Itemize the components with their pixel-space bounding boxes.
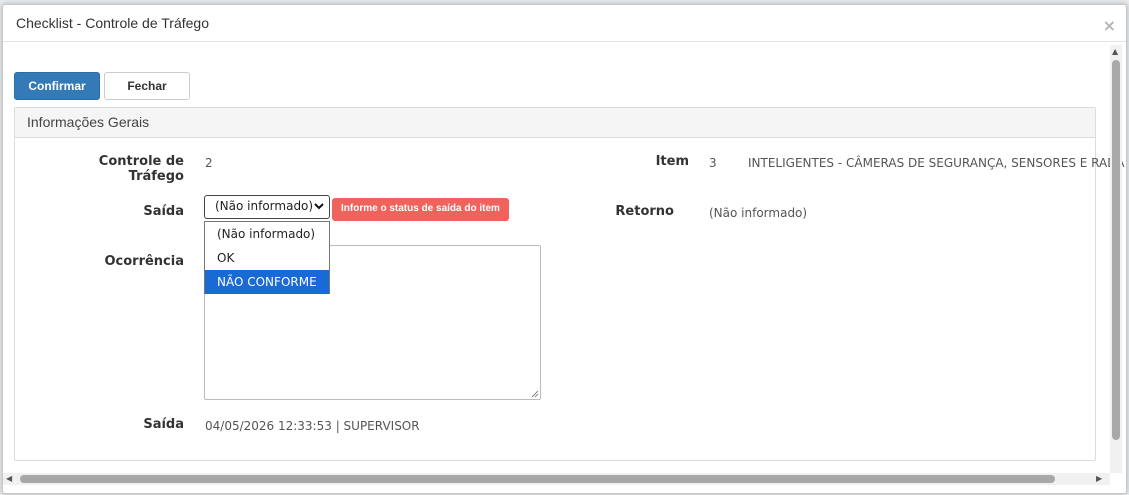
- confirm-button[interactable]: Confirmar: [14, 72, 100, 100]
- item-label: Item: [655, 154, 689, 169]
- option-nao-conforme[interactable]: NÃO CONFORME: [205, 270, 329, 294]
- modal-header: Checklist - Controle de Tráfego ×: [3, 5, 1126, 42]
- saida-info-value: 04/05/2026 12:33:53 | SUPERVISOR: [205, 419, 420, 433]
- close-icon[interactable]: ×: [1103, 16, 1116, 35]
- scroll-up-icon[interactable]: ▲: [1112, 47, 1118, 56]
- vertical-scroll-thumb[interactable]: [1112, 60, 1120, 440]
- saida-label: Saída: [143, 204, 184, 219]
- horizontal-scrollbar[interactable]: ◀ ▶: [3, 473, 1110, 485]
- option-ok[interactable]: OK: [205, 246, 329, 270]
- item-name: INTELIGENTES - CÂMERAS DE SEGURANÇA, SEN…: [748, 156, 1125, 170]
- chevron-down-icon: [314, 203, 324, 210]
- retorno-value: (Não informado): [709, 206, 808, 220]
- close-button[interactable]: Fechar: [104, 72, 190, 100]
- resize-handle-icon[interactable]: [531, 390, 539, 398]
- option-nao-informado[interactable]: (Não informado): [205, 222, 329, 246]
- saida-dropdown-list: (Não informado) OK NÃO CONFORME: [204, 221, 330, 294]
- ocorrencia-label: Ocorrência: [104, 254, 184, 269]
- panel-heading: Informações Gerais: [15, 108, 1095, 138]
- controle-value: 2: [205, 156, 213, 170]
- scroll-left-icon[interactable]: ◀: [6, 474, 12, 483]
- item-number: 3: [709, 156, 717, 170]
- scroll-right-icon[interactable]: ▶: [1096, 474, 1102, 483]
- modal-title: Checklist - Controle de Tráfego: [16, 15, 209, 31]
- horizontal-scroll-thumb[interactable]: [20, 475, 1055, 483]
- controle-label: Controle de Tráfego: [98, 154, 184, 184]
- saida-select[interactable]: (Não informado): [204, 195, 330, 219]
- saida-select-value: (Não informado): [215, 199, 314, 213]
- saida-error-badge: Informe o status de saída do item: [332, 198, 509, 221]
- checklist-modal: Checklist - Controle de Tráfego × Confir…: [2, 4, 1127, 494]
- retorno-label: Retorno: [615, 204, 674, 219]
- saida-info-label: Saída: [143, 417, 184, 432]
- vertical-scrollbar[interactable]: ▲: [1110, 45, 1122, 473]
